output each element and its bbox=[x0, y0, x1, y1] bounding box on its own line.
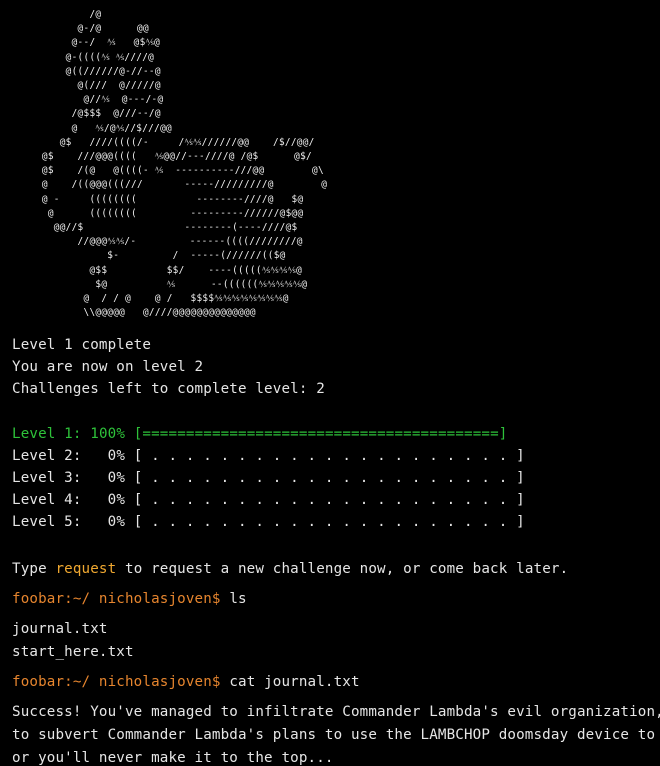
progress-percent: 0% bbox=[107, 470, 126, 486]
shell-prompt: foobar:~/ nicholasjoven$ bbox=[12, 591, 221, 607]
progress-percent: 0% bbox=[107, 448, 126, 464]
ls-output-file: start_here.txt bbox=[12, 644, 134, 660]
command-text: ls bbox=[229, 591, 247, 607]
journal-line: Success! You've managed to infiltrate Co… bbox=[12, 704, 660, 720]
progress-label: Level 3: bbox=[12, 470, 82, 486]
progress-percent: 0% bbox=[107, 492, 126, 508]
progress-label: Level 1: bbox=[12, 426, 82, 442]
request-keyword: request bbox=[55, 561, 117, 577]
progress-row-level-4: Level 4: 0% [ . . . . . . . . . . . . . … bbox=[12, 491, 525, 509]
ascii-art-logo: /@ @-/@ @@ @--/ ⅍ @$⅍@ @-((((⅍ ⅍////@ @(… bbox=[41, 9, 328, 319]
progress-bar: [ . . . . . . . . . . . . . . . . . . . … bbox=[133, 514, 525, 530]
progress-label: Level 2: bbox=[12, 448, 82, 464]
ls-output-file: journal.txt bbox=[12, 621, 108, 637]
challenges-left-message: Challenges left to complete level: 2 bbox=[12, 381, 325, 397]
command-line-cat: foobar:~/ nicholasjoven$ cat journal.txt bbox=[12, 673, 360, 691]
progress-row-level-5: Level 5: 0% [ . . . . . . . . . . . . . … bbox=[12, 513, 525, 531]
instruction-text: Type bbox=[12, 561, 56, 577]
progress-row-level-1: Level 1: 100% [=========================… bbox=[12, 425, 507, 443]
progress-row-level-2: Level 2: 0% [ . . . . . . . . . . . . . … bbox=[12, 447, 525, 465]
progress-row-level-3: Level 3: 0% [ . . . . . . . . . . . . . … bbox=[12, 469, 525, 487]
journal-line: or you'll never make it to the top... bbox=[12, 750, 334, 766]
instruction-text: to request a new challenge now, or come … bbox=[116, 561, 569, 577]
current-level-message: You are now on level 2 bbox=[12, 359, 204, 375]
progress-bar: [ . . . . . . . . . . . . . . . . . . . … bbox=[133, 492, 525, 508]
request-instruction: Type request to request a new challenge … bbox=[12, 560, 568, 578]
progress-bar: [ . . . . . . . . . . . . . . . . . . . … bbox=[133, 448, 525, 464]
level-complete-message: Level 1 complete bbox=[12, 337, 152, 353]
shell-prompt: foobar:~/ nicholasjoven$ bbox=[12, 674, 221, 690]
progress-bar: [=======================================… bbox=[133, 426, 508, 442]
progress-percent: 100% bbox=[90, 426, 126, 442]
command-line-ls: foobar:~/ nicholasjoven$ ls bbox=[12, 590, 247, 608]
progress-label: Level 4: bbox=[12, 492, 82, 508]
journal-line: to subvert Commander Lambda's plans to u… bbox=[12, 727, 660, 743]
terminal-window[interactable]: /@ @-/@ @@ @--/ ⅍ @$⅍@ @-((((⅍ ⅍////@ @(… bbox=[0, 0, 660, 766]
progress-label: Level 5: bbox=[12, 514, 82, 530]
progress-bar: [ . . . . . . . . . . . . . . . . . . . … bbox=[133, 470, 525, 486]
progress-percent: 0% bbox=[107, 514, 126, 530]
command-text: cat journal.txt bbox=[229, 674, 360, 690]
